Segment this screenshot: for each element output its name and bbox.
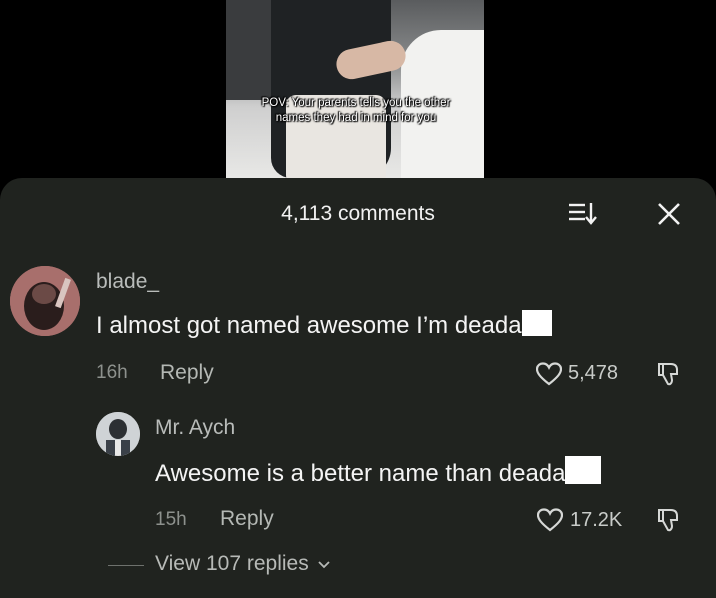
comment-username[interactable]: Mr. Aych [155, 416, 235, 440]
view-replies-label: View 107 replies [155, 552, 309, 575]
avatar[interactable] [96, 412, 140, 456]
comment-time: 16h [96, 362, 128, 383]
heart-icon[interactable] [536, 362, 562, 386]
heart-icon[interactable] [537, 508, 563, 532]
chevron-down-icon [317, 561, 330, 569]
sort-icon[interactable] [567, 199, 597, 227]
close-icon[interactable] [654, 199, 684, 229]
reply-button[interactable]: Reply [220, 507, 274, 531]
comment-time: 15h [155, 509, 187, 530]
reply-button[interactable]: Reply [160, 361, 214, 385]
like-count: 17.2K [570, 509, 623, 531]
avatar[interactable] [10, 266, 80, 336]
comments-panel [0, 178, 716, 598]
video-caption: POV: Your parents tells you the other na… [261, 97, 451, 124]
comment-count: 4,113 comments [281, 202, 435, 225]
thread-divider [108, 565, 144, 566]
view-replies-button[interactable]: View 107 replies [155, 552, 331, 576]
comment-text: I almost got named awesome I’m deada [96, 310, 552, 340]
dislike-icon[interactable] [656, 507, 682, 533]
dislike-icon[interactable] [656, 361, 682, 387]
redaction-box [521, 310, 552, 336]
comment-username[interactable]: blade_ [96, 270, 159, 294]
comment-text: Awesome is a better name than deada [155, 456, 602, 488]
redaction-box [565, 456, 602, 484]
video-preview[interactable]: POV: Your parents tells you the other na… [226, 0, 484, 178]
like-count: 5,478 [568, 362, 619, 384]
